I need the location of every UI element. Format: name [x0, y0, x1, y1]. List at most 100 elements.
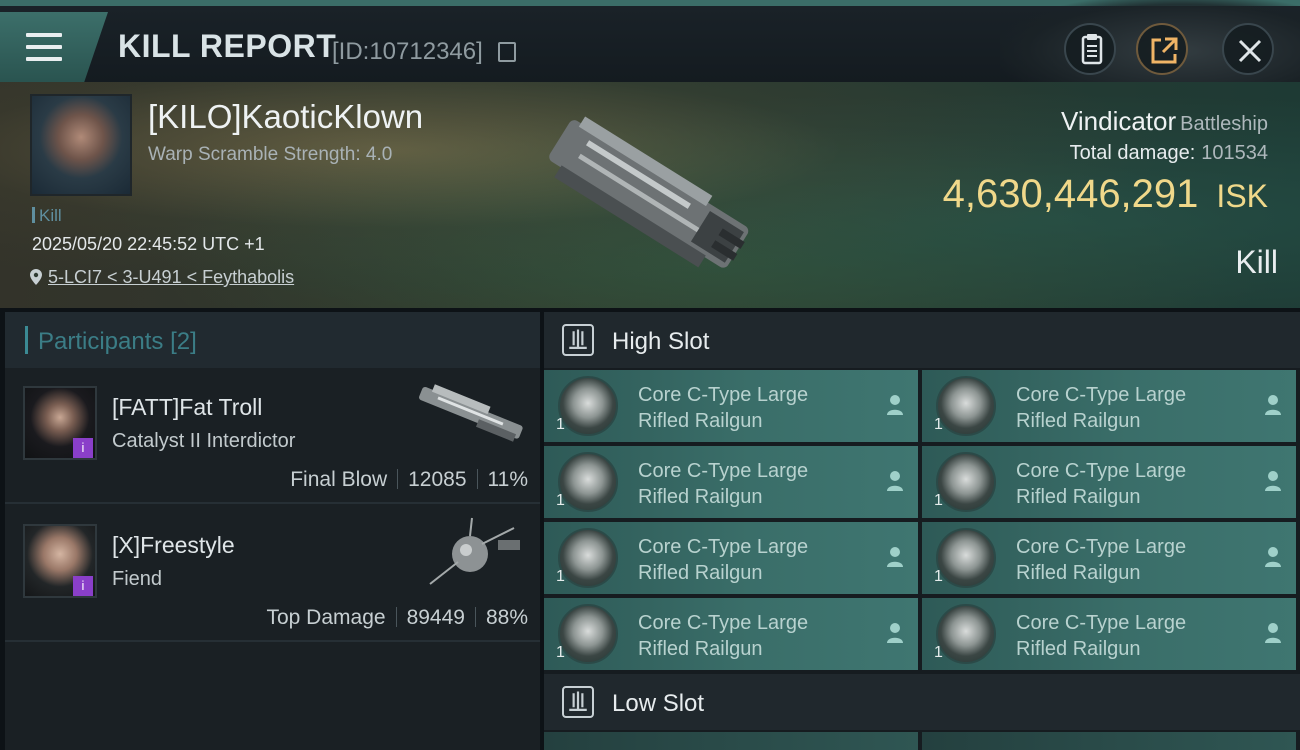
- person-icon[interactable]: [1264, 470, 1282, 492]
- module-quantity: 1: [934, 644, 943, 661]
- railgun-icon: [558, 528, 618, 588]
- warp-scramble-strength: Warp Scramble Strength: 4.0: [148, 144, 393, 165]
- participant-name[interactable]: [X]Freestyle: [112, 532, 235, 559]
- module-name: Core C-Type Large Rifled Railgun: [638, 612, 809, 660]
- person-icon[interactable]: [1264, 622, 1282, 644]
- close-button[interactable]: [1222, 23, 1274, 75]
- railgun-icon: [936, 528, 996, 588]
- module-name: Core C-Type Large Rifled Railgun: [1016, 612, 1187, 660]
- participant-name[interactable]: [FATT]Fat Troll: [112, 394, 262, 421]
- railgun-icon: [936, 452, 996, 512]
- victim-name[interactable]: [KILO]KaoticKlown: [148, 98, 423, 136]
- close-icon: [1238, 39, 1262, 63]
- result-label: Kill: [1235, 244, 1278, 280]
- info-badge-icon: i: [73, 438, 93, 458]
- participant-row[interactable]: i [X]Freestyle Fiend Top Damage 89449 88%: [5, 506, 540, 642]
- module-quantity: 1: [556, 416, 565, 433]
- module-tile[interactable]: 1 Core C-Type Large Rifled Railgun: [544, 522, 918, 594]
- high-slot-header: High Slot: [544, 312, 1300, 368]
- participant-damage: 12085: [408, 468, 467, 491]
- victim-avatar[interactable]: [30, 94, 132, 196]
- kill-datetime: 2025/05/20 22:45:52 UTC +1: [32, 234, 265, 254]
- participant-role: Final Blow: [290, 468, 388, 491]
- person-icon[interactable]: [886, 470, 904, 492]
- railgun-icon: [936, 376, 996, 436]
- participants-count: [2]: [170, 328, 197, 355]
- participant-role: Top Damage: [266, 606, 386, 629]
- railgun-icon: [558, 376, 618, 436]
- total-damage-label: Total damage:: [1069, 142, 1196, 164]
- person-icon[interactable]: [1264, 394, 1282, 416]
- victim-ship: Vindicator Battleship: [1061, 106, 1268, 137]
- clipboard-button[interactable]: [1064, 23, 1116, 75]
- module-tile[interactable]: 1 Core C-Type Large Rifled Railgun: [544, 370, 918, 442]
- participants-header: Participants [2]: [5, 312, 540, 368]
- person-icon[interactable]: [886, 546, 904, 568]
- module-name: Core C-Type Large Rifled Railgun: [1016, 460, 1187, 508]
- menu-button[interactable]: [0, 12, 108, 82]
- module-quantity: 1: [934, 568, 943, 585]
- location-pin-icon: [30, 269, 42, 285]
- isk-value: 4,630,446,291 ISK: [943, 172, 1268, 217]
- isk-unit: ISK: [1216, 178, 1268, 214]
- participant-ship-image: [419, 384, 523, 442]
- victim-ship-image: [549, 116, 749, 268]
- module-tile-partial[interactable]: [922, 732, 1296, 750]
- participant-row[interactable]: i [FATT]Fat Troll Catalyst II Interdicto…: [5, 368, 540, 504]
- isk-amount: 4,630,446,291: [942, 172, 1199, 216]
- clipboard-icon: [1081, 34, 1103, 65]
- participant-ship: Fiend: [112, 568, 163, 590]
- kill-tag: Kill: [32, 206, 62, 226]
- railgun-icon: [936, 604, 996, 664]
- person-icon[interactable]: [886, 394, 904, 416]
- module-quantity: 1: [556, 568, 565, 585]
- fitting-panel: High Slot 1 Core C-Type Large Rifled Rail…: [544, 312, 1300, 750]
- module-quantity: 1: [934, 492, 943, 509]
- info-badge-icon: i: [73, 576, 93, 596]
- participants-label: Participants [2]: [25, 326, 197, 356]
- victim-ship-class: Battleship: [1180, 113, 1268, 135]
- victim-panel: [KILO]KaoticKlown Warp Scramble Strength…: [0, 82, 1300, 308]
- page-title: KILL REPORT: [118, 28, 337, 64]
- share-icon: [1151, 37, 1178, 64]
- module-quantity: 1: [934, 416, 943, 433]
- participant-damage: 89449: [406, 606, 465, 629]
- participant-percent: 88%: [485, 606, 528, 629]
- total-damage: Total damage: 101534: [1070, 142, 1268, 165]
- copy-icon[interactable]: [498, 42, 516, 62]
- kill-location[interactable]: 5-LCI7 < 3-U491 < Feythabolis: [30, 267, 294, 288]
- victim-ship-name[interactable]: Vindicator: [1061, 106, 1176, 136]
- hamburger-icon: [26, 33, 62, 63]
- module-quantity: 1: [556, 492, 565, 509]
- total-damage-value: 101534: [1201, 142, 1268, 164]
- module-tile[interactable]: 1 Core C-Type Large Rifled Railgun: [922, 522, 1296, 594]
- header-bar: KILL REPORT [ID:10712346]: [0, 0, 1300, 88]
- module-name: Core C-Type Large Rifled Railgun: [638, 384, 809, 432]
- module-name: Core C-Type Large Rifled Railgun: [1016, 536, 1187, 584]
- low-slot-icon: [562, 686, 594, 718]
- participant-percent: 11%: [487, 468, 528, 491]
- railgun-icon: [558, 604, 618, 664]
- module-name: Core C-Type Large Rifled Railgun: [638, 460, 809, 508]
- participants-panel: Participants [2] i [FATT]Fat Troll Catal…: [5, 312, 540, 750]
- high-slot-icon: [562, 324, 594, 356]
- participant-stats: Top Damage 89449 88%: [266, 606, 528, 630]
- module-tile-partial[interactable]: [544, 732, 918, 750]
- module-tile[interactable]: 1 Core C-Type Large Rifled Railgun: [544, 446, 918, 518]
- module-tile[interactable]: 1 Core C-Type Large Rifled Railgun: [922, 446, 1296, 518]
- module-name: Core C-Type Large Rifled Railgun: [638, 536, 809, 584]
- participant-ship: Catalyst II Interdictor: [112, 430, 296, 452]
- high-slot-label: High Slot: [612, 328, 710, 355]
- module-tile[interactable]: 1 Core C-Type Large Rifled Railgun: [922, 370, 1296, 442]
- participant-ship-image: [429, 517, 520, 585]
- share-button[interactable]: [1136, 23, 1188, 75]
- module-name: Core C-Type Large Rifled Railgun: [1016, 384, 1187, 432]
- person-icon[interactable]: [886, 622, 904, 644]
- low-slot-label: Low Slot: [612, 690, 705, 717]
- module-tile[interactable]: 1 Core C-Type Large Rifled Railgun: [544, 598, 918, 670]
- low-slot-header: Low Slot: [544, 674, 1300, 730]
- person-icon[interactable]: [1264, 546, 1282, 568]
- location-link[interactable]: 5-LCI7 < 3-U491 < Feythabolis: [48, 267, 294, 287]
- module-quantity: 1: [556, 644, 565, 661]
- module-tile[interactable]: 1 Core C-Type Large Rifled Railgun: [922, 598, 1296, 670]
